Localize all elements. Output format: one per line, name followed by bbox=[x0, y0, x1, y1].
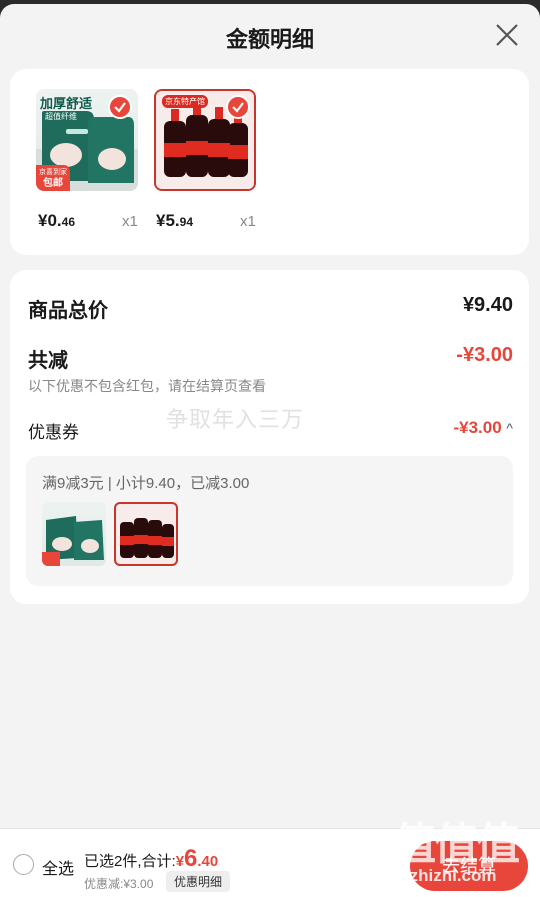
summary-card: 商品总价 ¥9.40 共减 -¥3.00 以下优惠不包含红包，请在结算页查看 优… bbox=[10, 270, 529, 604]
promo-product-image bbox=[42, 502, 106, 566]
selected-check-icon bbox=[108, 95, 132, 119]
price-row: ¥0.46 x1 bbox=[36, 211, 140, 235]
promo-badge: 京喜到家 包邮 bbox=[36, 165, 70, 191]
watermark-text: 争取年入三万 bbox=[166, 407, 305, 432]
promo-box: 满9减3元 | 小计9.40，已减3.00 bbox=[26, 456, 513, 586]
discount-label: 共减 bbox=[28, 350, 68, 372]
sheet-title: 金额明细 bbox=[225, 27, 314, 52]
select-all-label[interactable]: 全选 bbox=[42, 855, 74, 879]
product-qty: x1 bbox=[240, 213, 256, 230]
products-card: 加厚舒适 超值纤维 京喜到家 包邮 ¥0.46 x1 京东特产馆 ¥5.94 x… bbox=[10, 69, 529, 255]
discount-detail-button[interactable]: 优惠明细 bbox=[166, 871, 231, 892]
total-amount: ¥6.40 bbox=[175, 845, 219, 872]
promo-description: 满9减3元 | 小计9.40，已减3.00 bbox=[42, 475, 250, 492]
badge-top-text: 加厚舒适 bbox=[40, 96, 93, 111]
close-icon[interactable] bbox=[494, 22, 520, 48]
product-price: ¥0.46 bbox=[38, 211, 75, 230]
coupon-value: -¥3.00 bbox=[453, 418, 502, 437]
coupon-label: 优惠券 bbox=[28, 423, 79, 442]
selected-summary: 已选2件,合计:¥6.40 bbox=[84, 845, 218, 873]
price-row: ¥5.94 x1 bbox=[154, 211, 258, 235]
product-image: 加厚舒适 超值纤维 京喜到家 包邮 bbox=[36, 89, 138, 191]
product-item[interactable]: 加厚舒适 超值纤维 京喜到家 包邮 ¥0.46 x1 bbox=[36, 89, 140, 235]
total-value: ¥9.40 bbox=[462, 294, 513, 316]
selected-text: 已选2件,合计: bbox=[84, 853, 176, 870]
select-all-radio[interactable] bbox=[13, 854, 34, 875]
coupon-toggle[interactable]: -¥3.00 ^ bbox=[453, 418, 513, 438]
badge-bottom-line1: 京喜到家 bbox=[39, 169, 67, 176]
product-item[interactable]: 京东特产馆 ¥5.94 x1 bbox=[154, 89, 258, 235]
badge-bottom-line2: 包邮 bbox=[43, 178, 63, 189]
checkout-button[interactable]: 去结算 bbox=[410, 841, 528, 891]
total-label: 商品总价 bbox=[28, 300, 108, 322]
amount-detail-sheet: 金额明细 加厚舒适 超值纤维 京喜到家 包邮 ¥0.46 x1 京东特产馆 ¥5… bbox=[0, 4, 540, 897]
promo-product-image bbox=[114, 502, 178, 566]
discount-value: -¥3.00 bbox=[456, 344, 513, 366]
chevron-up-icon: ^ bbox=[506, 420, 513, 436]
discount-note: 以下优惠不包含红包，请在结算页查看 bbox=[28, 378, 266, 394]
selected-check-icon bbox=[226, 95, 250, 119]
discount-info: 优惠减:¥3.00 bbox=[84, 877, 154, 891]
product-price: ¥5.94 bbox=[156, 211, 193, 230]
bottom-bar: 全选 已选2件,合计:¥6.40 优惠减:¥3.00 优惠明细 去结算 bbox=[0, 828, 540, 897]
sheet-header: 金额明细 bbox=[0, 4, 540, 68]
product-image: 京东特产馆 bbox=[154, 89, 256, 191]
product-qty: x1 bbox=[122, 213, 138, 230]
store-badge-text: 京东特产馆 bbox=[162, 95, 208, 108]
badge-tag-text: 超值纤维 bbox=[42, 111, 80, 122]
